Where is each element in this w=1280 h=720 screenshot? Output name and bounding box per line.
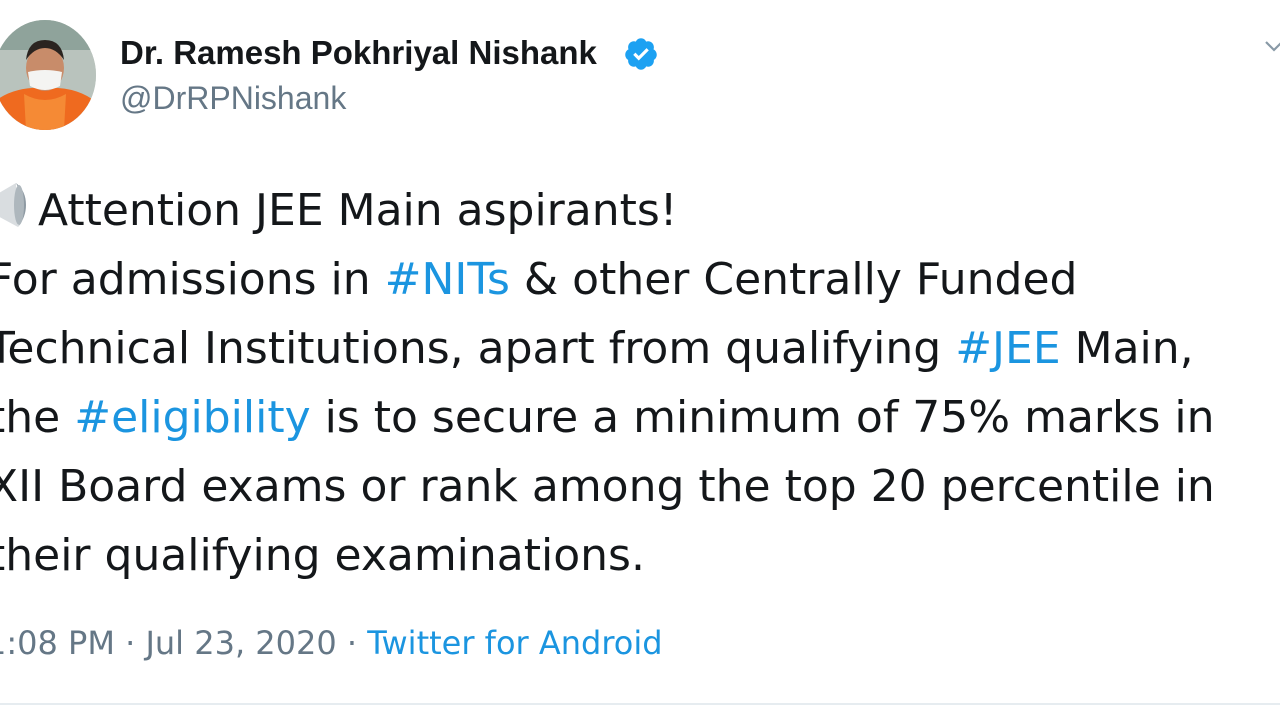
divider xyxy=(0,703,1280,705)
tweet-line-5: XII Board exams or rank among the top 20… xyxy=(0,461,1215,512)
tweet-line: the #eligibility is to secure a minimum … xyxy=(0,383,1280,452)
author-display-name[interactable]: Dr. Ramesh Pokhriyal Nishank xyxy=(120,34,597,72)
hashtag-link-nits[interactable]: #NITs xyxy=(385,254,510,305)
tweet-line: Technical Institutions, apart from quali… xyxy=(0,314,1280,383)
tweet-text-segment: & other Centrally Funded xyxy=(509,254,1078,305)
author-handle[interactable]: @DrRPNishank xyxy=(120,80,346,117)
tweet-text-segment: Main, xyxy=(1060,323,1194,374)
meta-separator: · xyxy=(114,624,146,662)
megaphone-icon xyxy=(0,183,26,227)
tweet-text-segment: For admissions in xyxy=(0,254,385,305)
tweet-line-6: their qualifying examinations. xyxy=(0,530,645,581)
hashtag-link-eligibility[interactable]: #eligibility xyxy=(74,392,310,443)
tweet-date[interactable]: Jul 23, 2020 xyxy=(145,624,336,662)
tweet-text-segment: Technical Institutions, apart from quali… xyxy=(0,323,956,374)
chevron-down-icon[interactable] xyxy=(1262,34,1280,58)
tweet-text-segment: the xyxy=(0,392,61,443)
tweet-line: For admissions in #NITs & other Centrall… xyxy=(0,245,1280,314)
tweet-card: Dr. Ramesh Pokhriyal Nishank @DrRPNishan… xyxy=(0,0,1280,720)
avatar[interactable] xyxy=(0,20,96,130)
tweet-line: Attention JEE Main aspirants! xyxy=(0,176,1280,245)
tweet-line-1: Attention JEE Main aspirants! xyxy=(38,185,678,236)
tweet-time[interactable]: 1:08 PM xyxy=(0,624,115,662)
tweet-metadata: 1:08 PM · Jul 23, 2020 · Twitter for And… xyxy=(0,624,663,662)
tweet-source-link[interactable]: Twitter for Android xyxy=(367,624,662,662)
tweet-text: Attention JEE Main aspirants! For admiss… xyxy=(0,176,1280,590)
tweet-text-segment: is to secure a minimum of 75% marks in xyxy=(310,392,1215,443)
verified-badge-icon xyxy=(625,38,657,70)
meta-separator: · xyxy=(336,624,368,662)
hashtag-link-jee[interactable]: #JEE xyxy=(955,323,1060,374)
